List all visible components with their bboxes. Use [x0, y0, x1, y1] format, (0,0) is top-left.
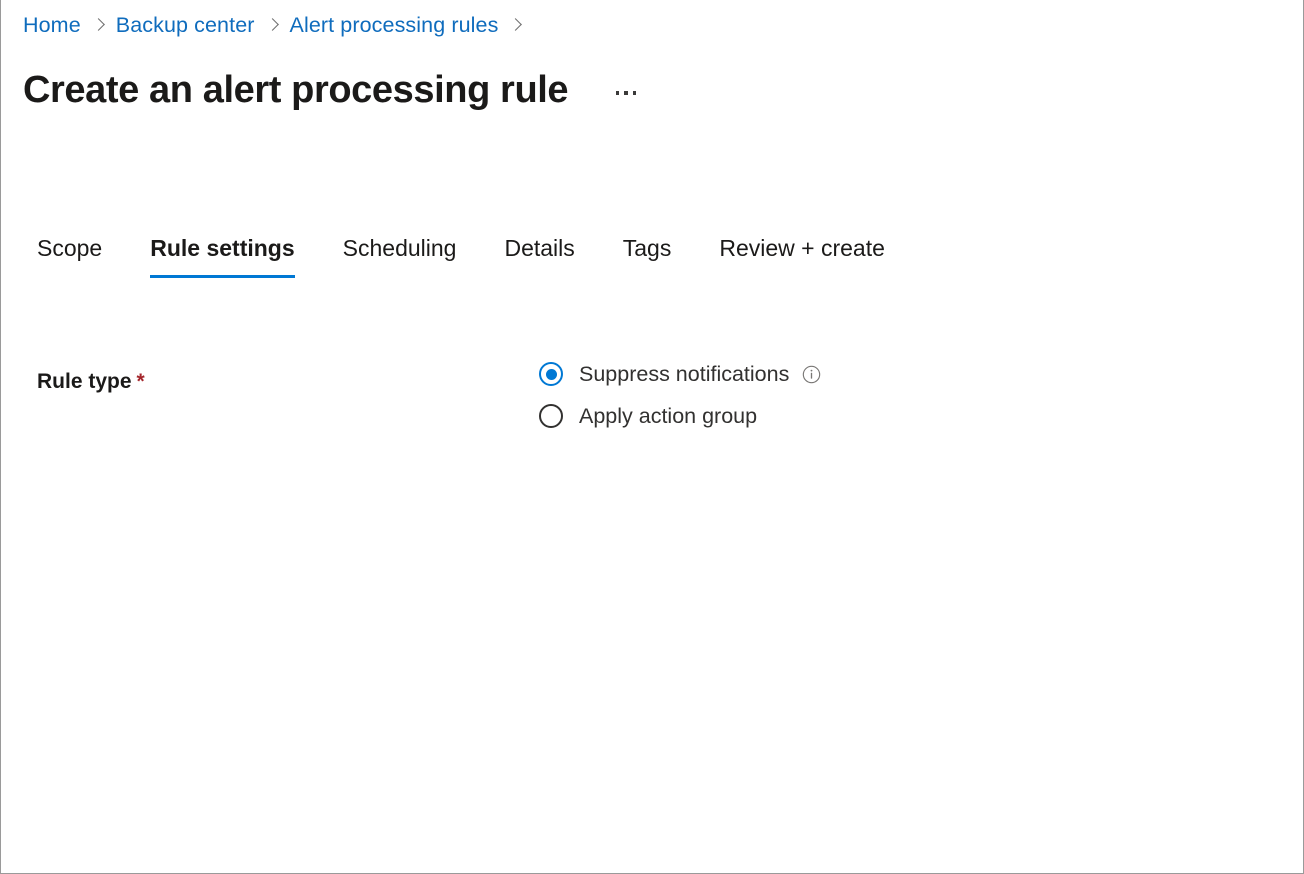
chevron-right-icon: [511, 17, 520, 33]
ellipsis-icon[interactable]: [608, 77, 644, 109]
chevron-right-icon: [94, 17, 103, 33]
tab-tags[interactable]: Tags: [623, 232, 672, 278]
page-title: Create an alert processing rule: [23, 69, 569, 111]
radio-suppress-notifications-label: Suppress notifications: [579, 362, 790, 386]
breadcrumb-item-backup-center[interactable]: Backup center: [116, 11, 255, 39]
tab-scheduling[interactable]: Scheduling: [343, 232, 457, 278]
tab-review-create[interactable]: Review + create: [719, 232, 885, 278]
rule-type-field: Rule type * Suppress notifications Apply …: [37, 360, 1237, 430]
breadcrumb-item-home[interactable]: Home: [23, 11, 81, 39]
ellipsis-dot: [624, 91, 628, 95]
ellipsis-dot: [632, 91, 637, 95]
rule-type-radio-group: Suppress notifications Apply action grou…: [539, 360, 821, 430]
required-indicator: *: [136, 370, 145, 393]
create-alert-processing-rule-blade: Home Backup center Alert processing rule…: [0, 0, 1304, 874]
radio-mark-unselected-icon: [539, 404, 563, 428]
radio-apply-action-group[interactable]: Apply action group: [539, 402, 821, 430]
rule-type-label-text: Rule type: [37, 370, 132, 393]
radio-mark-selected-icon: [539, 362, 563, 386]
breadcrumb-item-alert-processing-rules[interactable]: Alert processing rules: [290, 11, 499, 39]
breadcrumb: Home Backup center Alert processing rule…: [23, 11, 533, 39]
wizard-tabs: Scope Rule settings Scheduling Details T…: [37, 228, 885, 278]
radio-suppress-notifications[interactable]: Suppress notifications: [539, 360, 821, 388]
info-circle-icon[interactable]: [802, 365, 821, 384]
radio-apply-action-group-label: Apply action group: [579, 404, 758, 428]
chevron-right-icon: [268, 17, 277, 33]
tab-details[interactable]: Details: [504, 232, 574, 278]
rule-type-label: Rule type *: [37, 360, 539, 398]
page-header: Create an alert processing rule: [23, 62, 644, 118]
tab-rule-settings[interactable]: Rule settings: [150, 232, 296, 278]
ellipsis-dot: [615, 91, 620, 95]
tab-scope[interactable]: Scope: [37, 232, 102, 278]
